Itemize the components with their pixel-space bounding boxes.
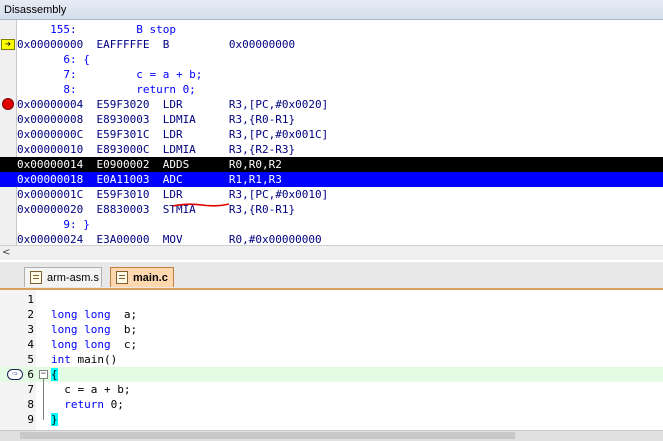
code-editor[interactable]: 1 2 long long a; 3 long long b; 4 long long c;… [0, 290, 663, 430]
scrollbar-thumb[interactable] [20, 432, 515, 439]
disassembly-source-row[interactable]: 8: return 0; [0, 82, 663, 97]
breakpoint-icon[interactable] [2, 98, 14, 110]
line-number: 3 [27, 323, 34, 336]
disassembly-line-text: 0x00000020 E8830003 STMIA R3,{R0-R1} [17, 203, 296, 216]
disassembly-line-text: 6: { [17, 53, 90, 66]
editor-line[interactable]: 3 long long b; [0, 322, 663, 337]
disassembly-source-row[interactable]: 6: { [0, 52, 663, 67]
editor-line[interactable]: 7 c = a + b; [0, 382, 663, 397]
code-keyword: int [51, 353, 71, 366]
editor-line[interactable]: 2 long long a; [0, 307, 663, 322]
editor-line[interactable]: 8 return 0; [0, 397, 663, 412]
code-rest: b; [110, 323, 138, 336]
line-number: 7 [27, 383, 34, 396]
line-number: 2 [27, 308, 34, 321]
disassembly-instruction-row[interactable]: 0x00000008 E8930003 LDMIA R3,{R0-R1} [0, 112, 663, 127]
tab-label: main.c [133, 272, 168, 284]
code-rest: a; [110, 308, 138, 321]
disassembly-instruction-row[interactable]: 0x00000020 E8830003 STMIA R3,{R0-R1} [0, 202, 663, 217]
disassembly-line-text: 0x0000001C E59F3010 LDR R3,[PC,#0x0010] [17, 188, 329, 201]
disassembly-line-text: 0x00000000 EAFFFFFE B 0x00000000 [17, 38, 296, 51]
file-icon [116, 271, 128, 284]
code-rest: main() [70, 353, 118, 366]
code-text: } [51, 412, 58, 427]
disassembly-line-text: 0x00000024 E3A00000 MOV R0,#0x00000000 [17, 233, 322, 245]
code-text: long long a; [51, 307, 137, 322]
disassembly-source-row[interactable]: 7: c = a + b; [0, 67, 663, 82]
editor-line[interactable]: 9} [0, 412, 663, 427]
fold-toggle-icon[interactable]: − [39, 370, 48, 379]
code-text: int main() [51, 352, 117, 367]
line-number: 4 [27, 338, 34, 351]
tab-main-c[interactable]: main.c [110, 267, 174, 287]
fold-guide-line [43, 379, 44, 420]
disassembly-title-bar: Disassembly [0, 0, 663, 20]
disassembly-pane[interactable]: 155: B stop ➔ 0x00000000 EAFFFFFE B 0x0000… [0, 20, 663, 245]
code-keyword: long long [51, 338, 111, 351]
disassembly-line-text: 0x00000010 E893000C LDMIA R3,{R2-R3} [17, 143, 296, 156]
editor-line[interactable]: 5 int main() [0, 352, 663, 367]
scroll-left-icon[interactable]: < [2, 246, 10, 260]
code-rest: 0; [103, 398, 124, 411]
disassembly-line-text: 0x00000014 E0900002 ADDS R0,R0,R2 [17, 158, 282, 171]
disassembly-source-row[interactable]: 155: B stop [0, 22, 663, 37]
window-title: Disassembly [4, 4, 67, 16]
disassembly-instruction-row[interactable]: 0x00000024 E3A00000 MOV R0,#0x00000000 [0, 232, 663, 245]
disassembly-line-text: 0x0000000C E59F301C LDR R3,[PC,#0x001C] [17, 128, 329, 141]
disassembly-instruction-row[interactable]: 0x00000018 E0A11003 ADC R1,R1,R3 [0, 172, 663, 187]
code-rest: c = a + b; [51, 383, 131, 396]
code-text: long long b; [51, 322, 137, 337]
disassembly-line-text: 9: } [17, 218, 90, 231]
editor-line[interactable]: 1 [0, 292, 663, 307]
disassembly-line-text: 8: return 0; [17, 83, 196, 96]
current-execution-arrow-icon: ⇨ [7, 369, 23, 380]
code-text: return 0; [51, 397, 124, 412]
editor-line[interactable]: 4 long long c; [0, 337, 663, 352]
code-rest: c; [110, 338, 138, 351]
disassembly-line-text: 7: c = a + b; [17, 68, 203, 81]
line-number: 5 [27, 353, 34, 366]
disassembly-instruction-row[interactable]: ➔ 0x00000000 EAFFFFFE B 0x00000000 [0, 37, 663, 52]
line-number: 8 [27, 398, 34, 411]
editor-line[interactable]: 6{⇨ − [0, 367, 663, 382]
code-text: { [51, 367, 58, 382]
program-counter-arrow-icon: ➔ [1, 39, 15, 50]
code-rest: } [51, 413, 58, 426]
line-number: 9 [27, 413, 34, 426]
disassembly-instruction-row[interactable]: 0x0000000C E59F301C LDR R3,[PC,#0x001C] [0, 127, 663, 142]
code-rest: { [51, 368, 58, 381]
tab-label: arm-asm.s [47, 272, 99, 284]
file-icon [30, 271, 42, 284]
disassembly-source-row[interactable]: 9: } [0, 217, 663, 232]
code-text: c = a + b; [51, 382, 130, 397]
editor-horizontal-scrollbar[interactable] [0, 430, 663, 441]
code-keyword: long long [51, 323, 111, 336]
code-keyword: return [51, 398, 104, 411]
disassembly-instruction-row[interactable]: 0x00000004 E59F3020 LDR R3,[PC,#0x0020] [0, 97, 663, 112]
disassembly-line-text: 0x00000004 E59F3020 LDR R3,[PC,#0x0020] [17, 98, 329, 111]
disassembly-line-text: 155: B stop [17, 23, 176, 36]
disassembly-instruction-row[interactable]: 0x00000010 E893000C LDMIA R3,{R2-R3} [0, 142, 663, 157]
disassembly-line-text: 0x00000018 E0A11003 ADC R1,R1,R3 [17, 173, 282, 186]
disassembly-horizontal-scrollbar[interactable]: < [0, 245, 663, 260]
disassembly-instruction-row[interactable]: 0x0000001C E59F3010 LDR R3,[PC,#0x0010] [0, 187, 663, 202]
editor-tab-bar: arm-asm.s main.c [0, 262, 663, 290]
line-number: 1 [27, 293, 34, 306]
code-text: long long c; [51, 337, 137, 352]
tab-arm-asm[interactable]: arm-asm.s [24, 267, 102, 287]
code-keyword: long long [51, 308, 111, 321]
disassembly-line-text: 0x00000008 E8930003 LDMIA R3,{R0-R1} [17, 113, 296, 126]
disassembly-instruction-row[interactable]: 0x00000014 E0900002 ADDS R0,R0,R2 [0, 157, 663, 172]
red-underline-annotation [172, 203, 230, 207]
